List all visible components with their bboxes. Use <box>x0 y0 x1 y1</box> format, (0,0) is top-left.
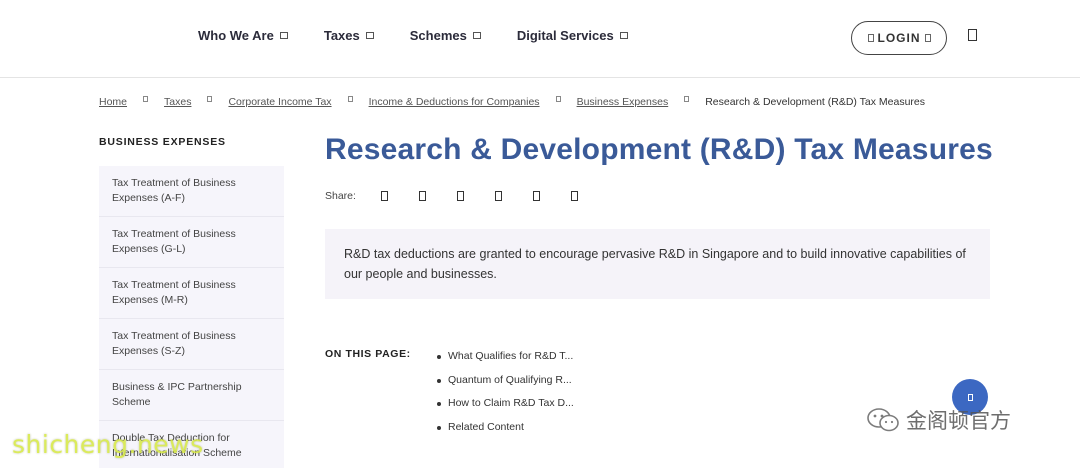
chevron-right-icon <box>347 96 353 102</box>
sidebar-title: BUSINESS EXPENSES <box>99 136 226 148</box>
main-nav: Who We Are Taxes Schemes Digital Service… <box>198 28 664 43</box>
nav-label: Schemes <box>409 28 467 43</box>
email-icon[interactable] <box>532 191 540 201</box>
chevron-right-icon <box>555 96 561 102</box>
on-this-page-link[interactable]: What Qualifies for R&D T... <box>437 345 574 369</box>
breadcrumb-corporate-income-tax[interactable]: Corporate Income Tax <box>228 96 331 108</box>
whatsapp-icon[interactable] <box>494 191 502 201</box>
breadcrumb-taxes[interactable]: Taxes <box>164 96 191 108</box>
chevron-down-icon <box>924 34 931 42</box>
breadcrumb: Home Taxes Corporate Income Tax Income &… <box>99 96 925 108</box>
breadcrumb-income-deductions[interactable]: Income & Deductions for Companies <box>369 96 540 108</box>
twitter-icon[interactable] <box>418 191 426 201</box>
breadcrumb-home[interactable]: Home <box>99 96 127 108</box>
print-icon[interactable] <box>570 191 578 201</box>
login-label: LOGIN <box>877 31 921 45</box>
sidebar-item-ipc-partnership[interactable]: Business & IPC Partnership Scheme <box>99 370 284 421</box>
nav-label: Digital Services <box>516 28 614 43</box>
nav-label: Who We Are <box>198 28 274 43</box>
nav-schemes[interactable]: Schemes <box>410 28 481 43</box>
breadcrumb-current: Research & Development (R&D) Tax Measure… <box>705 96 926 108</box>
on-this-page-label: ON THIS PAGE: <box>325 348 411 360</box>
site-watermark: shicheng.news <box>12 430 204 459</box>
site-header: Who We Are Taxes Schemes Digital Service… <box>0 0 1080 78</box>
chevron-right-icon <box>143 96 149 102</box>
on-this-page-link[interactable]: Related Content <box>437 416 574 440</box>
chevron-down-icon <box>365 32 374 39</box>
arrow-up-icon <box>967 393 973 401</box>
chevron-down-icon <box>472 32 481 39</box>
brand-watermark-text: 金阁顿官方 <box>906 409 1011 433</box>
nav-digital-services[interactable]: Digital Services <box>517 28 628 43</box>
nav-label: Taxes <box>323 28 360 43</box>
chevron-right-icon <box>684 96 690 102</box>
chevron-right-icon <box>207 96 213 102</box>
intro-text: R&D tax deductions are granted to encour… <box>344 247 966 281</box>
search-icon[interactable] <box>968 29 977 41</box>
chat-bubble-icon <box>867 408 899 432</box>
intro-callout: R&D tax deductions are granted to encour… <box>325 229 990 299</box>
nav-taxes[interactable]: Taxes <box>324 28 374 43</box>
share-label: Share: <box>325 190 356 202</box>
brand-watermark: 金阁顿官方 <box>866 405 1011 435</box>
page-title: Research & Development (R&D) Tax Measure… <box>325 133 993 166</box>
share-bar: Share: <box>325 190 578 202</box>
linkedin-icon[interactable] <box>456 191 464 201</box>
chevron-down-icon <box>619 32 628 39</box>
lock-icon <box>867 34 874 42</box>
sidebar-menu: Tax Treatment of Business Expenses (A-F)… <box>99 166 284 468</box>
on-this-page-list: What Qualifies for R&D T... Quantum of Q… <box>437 345 574 439</box>
nav-who-we-are[interactable]: Who We Are <box>198 28 288 43</box>
on-this-page-link[interactable]: How to Claim R&D Tax D... <box>437 392 574 416</box>
login-button[interactable]: LOGIN <box>851 21 947 55</box>
sidebar-item-expenses-s-z[interactable]: Tax Treatment of Business Expenses (S-Z) <box>99 319 284 370</box>
on-this-page-link[interactable]: Quantum of Qualifying R... <box>437 369 574 393</box>
sidebar-item-expenses-m-r[interactable]: Tax Treatment of Business Expenses (M-R) <box>99 268 284 319</box>
breadcrumb-business-expenses[interactable]: Business Expenses <box>577 96 669 108</box>
sidebar-item-expenses-a-f[interactable]: Tax Treatment of Business Expenses (A-F) <box>99 166 284 217</box>
chevron-down-icon <box>279 32 288 39</box>
facebook-icon[interactable] <box>380 191 388 201</box>
sidebar-item-expenses-g-l[interactable]: Tax Treatment of Business Expenses (G-L) <box>99 217 284 268</box>
